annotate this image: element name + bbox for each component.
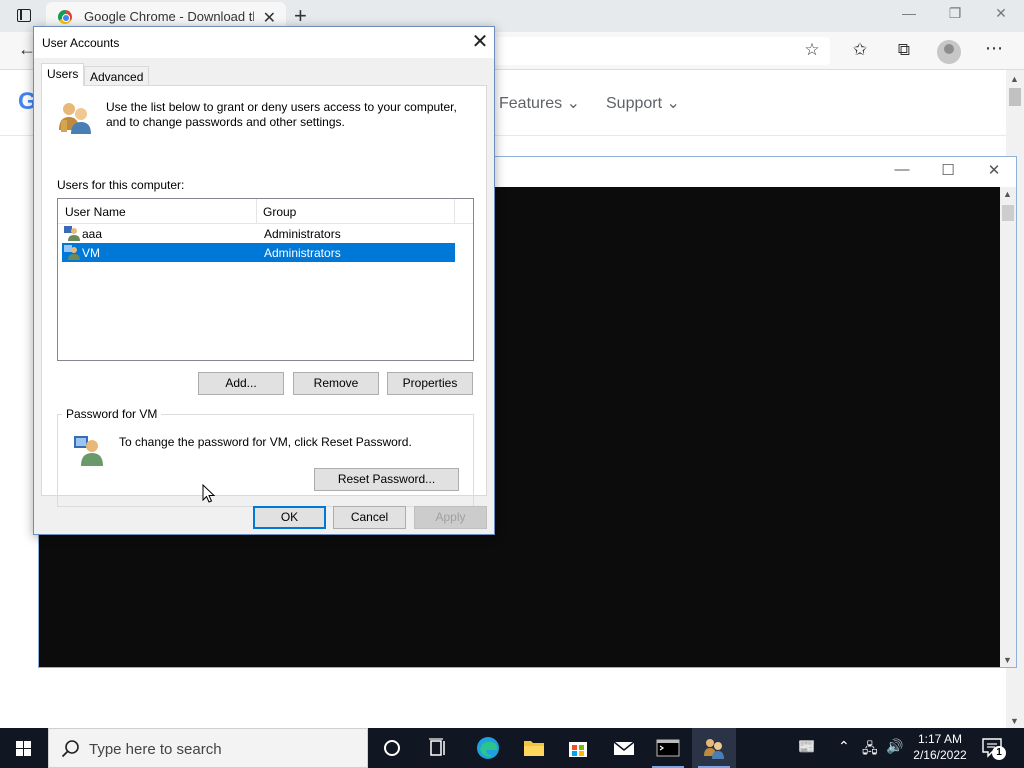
apply-button[interactable]: Apply bbox=[414, 506, 487, 529]
terminal-taskbar-button[interactable] bbox=[646, 728, 690, 768]
column-group[interactable]: Group bbox=[263, 205, 296, 219]
show-hidden-icons-icon[interactable]: ⌃ bbox=[838, 738, 850, 755]
users-group-icon bbox=[704, 739, 724, 759]
news-widget-icon[interactable]: 📰 bbox=[798, 738, 815, 755]
intro-text: Use the list below to grant or deny user… bbox=[106, 100, 457, 129]
row-user-name: VM bbox=[82, 246, 100, 260]
windows-logo-icon bbox=[16, 741, 23, 748]
user-icon bbox=[64, 226, 80, 241]
column-separator[interactable] bbox=[256, 199, 257, 223]
cortana-icon bbox=[384, 740, 400, 756]
add-user-button[interactable]: Add... bbox=[198, 372, 284, 395]
task-view-icon bbox=[429, 738, 445, 756]
notification-count-badge: 1 bbox=[992, 746, 1006, 760]
scroll-up-icon[interactable]: ▲ bbox=[1003, 189, 1012, 199]
row-group: Administrators bbox=[264, 246, 341, 260]
scroll-thumb[interactable] bbox=[1009, 88, 1021, 106]
console-minimize-icon[interactable]: — bbox=[879, 161, 925, 178]
list-header: User Name Group bbox=[58, 199, 473, 224]
row-user-name: aaa bbox=[82, 227, 103, 241]
user-password-icon bbox=[74, 436, 103, 466]
scroll-down-icon[interactable]: ▼ bbox=[1010, 716, 1019, 726]
add-favorite-icon[interactable]: ☆ bbox=[798, 40, 826, 60]
terminal-icon bbox=[656, 739, 680, 757]
cancel-button[interactable]: Cancel bbox=[333, 506, 406, 529]
row-group: Administrators bbox=[264, 227, 341, 241]
mail-icon bbox=[613, 741, 635, 755]
profile-avatar-icon[interactable] bbox=[937, 40, 961, 64]
favorites-icon[interactable]: ✩ bbox=[846, 40, 874, 60]
column-user-name[interactable]: User Name bbox=[65, 205, 126, 219]
table-row-selected[interactable]: VM Administrators bbox=[62, 243, 455, 262]
remove-user-button[interactable]: Remove bbox=[293, 372, 379, 395]
network-icon[interactable]: 🖧 bbox=[862, 738, 878, 762]
password-instructions: To change the password for VM, click Res… bbox=[119, 435, 412, 449]
restore-icon[interactable]: ❐ bbox=[932, 5, 978, 22]
ok-button[interactable]: OK bbox=[253, 506, 326, 529]
tab-advanced[interactable]: Advanced bbox=[84, 66, 150, 87]
users-list[interactable]: User Name Group aaa Administrators VM Ad… bbox=[57, 198, 474, 361]
console-close-icon[interactable]: ✕ bbox=[971, 161, 1017, 179]
taskbar: Type here to search 📰 ⌃ 🖧 🔊 1:17 AM 2/16… bbox=[0, 728, 1024, 768]
task-view-button[interactable] bbox=[416, 728, 460, 768]
tab-close-icon[interactable]: ✕ bbox=[263, 8, 276, 28]
scroll-thumb[interactable] bbox=[1002, 205, 1014, 221]
edge-taskbar-button[interactable] bbox=[466, 728, 510, 768]
search-icon bbox=[61, 740, 79, 758]
store-button[interactable] bbox=[556, 728, 600, 768]
tab-actions-icon[interactable] bbox=[10, 6, 38, 26]
mouse-cursor-icon bbox=[202, 484, 216, 503]
volume-icon[interactable]: 🔊 bbox=[886, 738, 903, 755]
dialog-titlebar[interactable]: User Accounts ✕ bbox=[34, 27, 494, 58]
store-icon bbox=[569, 742, 587, 757]
close-icon[interactable]: ✕ bbox=[978, 5, 1024, 22]
user-accounts-dialog: User Accounts ✕ Users Advanced Use the l… bbox=[33, 26, 495, 535]
properties-button[interactable]: Properties bbox=[387, 372, 473, 395]
taskbar-search[interactable]: Type here to search bbox=[48, 728, 368, 768]
user-icon bbox=[64, 245, 80, 260]
console-scrollbar[interactable]: ▲ ▼ bbox=[1000, 187, 1016, 667]
scroll-up-icon[interactable]: ▲ bbox=[1010, 74, 1019, 84]
scroll-down-icon[interactable]: ▼ bbox=[1003, 655, 1012, 665]
nav-support[interactable]: Support ⌄ bbox=[606, 93, 680, 113]
dialog-close-icon[interactable]: ✕ bbox=[466, 30, 494, 54]
column-separator[interactable] bbox=[454, 199, 455, 223]
tab-users[interactable]: Users bbox=[41, 63, 85, 86]
minimize-icon[interactable]: — bbox=[886, 5, 932, 21]
password-group-legend: Password for VM bbox=[62, 407, 162, 421]
users-list-label: Users for this computer: bbox=[57, 178, 185, 192]
table-row[interactable]: aaa Administrators bbox=[62, 224, 455, 243]
nav-features[interactable]: Features ⌄ bbox=[499, 93, 580, 113]
search-placeholder: Type here to search bbox=[89, 741, 222, 758]
users-tab-panel: Use the list below to grant or deny user… bbox=[41, 85, 487, 507]
address-bar[interactable] bbox=[490, 37, 830, 65]
chrome-logo-icon bbox=[58, 10, 72, 24]
user-accounts-taskbar-button[interactable] bbox=[692, 728, 736, 768]
system-clock[interactable]: 1:17 AM 2/16/2022 bbox=[906, 731, 974, 763]
folder-icon bbox=[524, 741, 544, 756]
edge-icon bbox=[477, 737, 499, 759]
console-maximize-icon[interactable]: ☐ bbox=[925, 161, 971, 179]
clock-date: 2/16/2022 bbox=[913, 748, 967, 762]
clock-time: 1:17 AM bbox=[917, 732, 963, 746]
start-button[interactable] bbox=[0, 728, 48, 768]
more-menu-icon[interactable]: ⋯ bbox=[985, 38, 1003, 59]
users-group-icon bbox=[59, 103, 91, 134]
collections-icon[interactable]: ⧉ bbox=[890, 40, 918, 60]
tab-title: Google Chrome - Download the bbox=[84, 9, 254, 24]
password-group bbox=[57, 414, 474, 507]
mail-button[interactable] bbox=[602, 728, 646, 768]
reset-password-button[interactable]: Reset Password... bbox=[314, 468, 459, 491]
dialog-title: User Accounts bbox=[42, 36, 120, 50]
cortana-button[interactable] bbox=[370, 728, 414, 768]
file-explorer-button[interactable] bbox=[512, 728, 556, 768]
